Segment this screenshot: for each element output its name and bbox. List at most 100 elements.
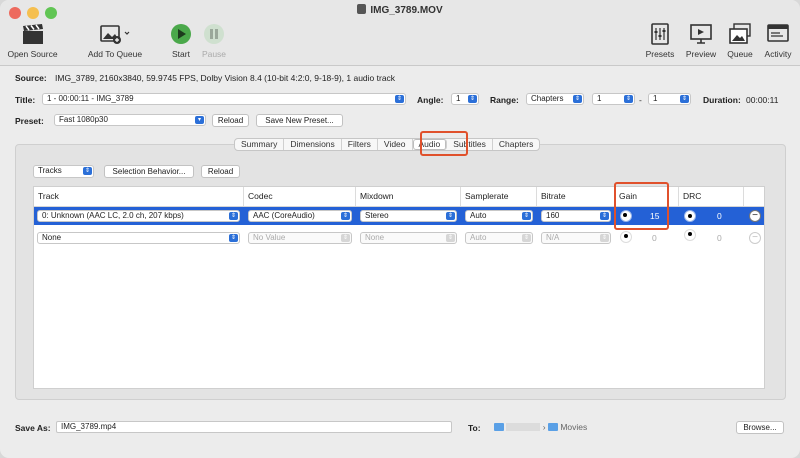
audio-tab-highlight bbox=[420, 131, 468, 156]
audio-reload-button[interactable]: Reload bbox=[201, 165, 240, 178]
chevron-updown-icon: ⇕ bbox=[229, 212, 238, 220]
track-value: None bbox=[42, 233, 62, 242]
samplerate-value: Auto bbox=[470, 211, 487, 220]
mixdown-value: None bbox=[365, 233, 385, 242]
document-icon bbox=[357, 4, 367, 14]
column-header-remove bbox=[744, 187, 764, 206]
samplerate-value: Auto bbox=[470, 233, 487, 242]
play-icon bbox=[167, 22, 195, 46]
samplerate-select[interactable]: Auto ⇕ bbox=[465, 210, 533, 222]
track-select[interactable]: 0: Unknown (AAC LC, 2.0 ch, 207 kbps) ⇕ bbox=[37, 210, 240, 222]
destination-path[interactable]: › Movies bbox=[494, 422, 587, 432]
mixdown-select[interactable]: Stereo ⇕ bbox=[360, 210, 457, 222]
column-header-bitrate: Bitrate bbox=[537, 187, 615, 206]
range-end-value: 1 bbox=[653, 94, 658, 103]
codec-select[interactable]: AAC (CoreAudio) ⇕ bbox=[248, 210, 352, 222]
angle-label: Angle: bbox=[417, 95, 444, 105]
tab-summary[interactable]: Summary bbox=[235, 139, 285, 150]
drc-knob[interactable] bbox=[684, 229, 696, 241]
save-as-label: Save As: bbox=[15, 423, 51, 433]
destination-folder: Movies bbox=[560, 422, 588, 432]
selection-behavior-button[interactable]: Selection Behavior... bbox=[104, 165, 194, 178]
presets-icon bbox=[642, 22, 678, 46]
tracks-select-value: Tracks bbox=[38, 166, 62, 175]
tab-video[interactable]: Video bbox=[378, 139, 413, 150]
save-as-field[interactable]: IMG_3789.mp4 bbox=[56, 421, 452, 433]
preview-label: Preview bbox=[685, 49, 717, 59]
column-header-mixdown: Mixdown bbox=[356, 187, 461, 206]
tracks-select[interactable]: Tracks ⇕ bbox=[33, 165, 94, 178]
start-label: Start bbox=[172, 49, 190, 59]
queue-button[interactable]: Queue bbox=[723, 22, 757, 59]
column-header-drc: DRC bbox=[679, 187, 744, 206]
start-button[interactable]: Start bbox=[167, 22, 195, 59]
save-new-preset-button[interactable]: Save New Preset... bbox=[256, 114, 343, 127]
add-to-queue-label: Add To Queue bbox=[87, 49, 143, 59]
tab-dimensions[interactable]: Dimensions bbox=[284, 139, 342, 150]
add-photo-icon bbox=[84, 22, 146, 46]
title-select[interactable]: 1 - 00:00:11 - IMG_3789 ⇕ bbox=[42, 93, 406, 105]
open-source-label: Open Source bbox=[7, 49, 58, 59]
range-separator: - bbox=[639, 95, 642, 105]
tab-filters[interactable]: Filters bbox=[342, 139, 378, 150]
range-start-select[interactable]: 1 ⇕ bbox=[592, 93, 635, 105]
settings-tabs: Summary Dimensions Filters Video Audio S… bbox=[234, 138, 541, 151]
gain-knob[interactable] bbox=[620, 231, 632, 243]
chevron-updown-icon: ⇕ bbox=[522, 234, 531, 242]
bitrate-select[interactable]: N/A ⇕ bbox=[541, 232, 611, 244]
open-source-button[interactable]: Open Source bbox=[5, 22, 60, 59]
drc-knob[interactable] bbox=[684, 210, 696, 222]
range-label: Range: bbox=[490, 95, 519, 105]
title-select-value: 1 - 00:00:11 - IMG_3789 bbox=[47, 94, 134, 103]
column-header-track: Track bbox=[34, 187, 244, 206]
preview-button[interactable]: Preview bbox=[683, 22, 719, 59]
range-end-select[interactable]: 1 ⇕ bbox=[648, 93, 691, 105]
track-select[interactable]: None ⇕ bbox=[37, 232, 240, 244]
preset-reload-button[interactable]: Reload bbox=[212, 114, 249, 127]
chevron-updown-icon: ⇕ bbox=[573, 95, 582, 103]
codec-select[interactable]: No Value ⇕ bbox=[248, 232, 352, 244]
remove-track-icon[interactable]: − bbox=[749, 210, 761, 222]
window-title: IMG_3789.MOV bbox=[0, 4, 800, 16]
mixdown-value: Stereo bbox=[365, 211, 389, 220]
mixdown-select[interactable]: None ⇕ bbox=[360, 232, 457, 244]
app-window: IMG_3789.MOV Open Source Add To Queue St… bbox=[0, 0, 800, 458]
codec-value: AAC (CoreAudio) bbox=[253, 211, 315, 220]
duration-value: 00:00:11 bbox=[746, 95, 779, 105]
range-type-select[interactable]: Chapters ⇕ bbox=[526, 93, 584, 105]
add-to-queue-button[interactable]: Add To Queue bbox=[84, 22, 146, 59]
browse-button[interactable]: Browse... bbox=[736, 421, 784, 434]
duration-label: Duration: bbox=[703, 95, 741, 105]
range-start-value: 1 bbox=[597, 94, 602, 103]
presets-label: Presets bbox=[645, 49, 675, 59]
preset-select-value: Fast 1080p30 bbox=[59, 115, 108, 124]
pause-button[interactable]: Pause bbox=[199, 22, 229, 59]
queue-label: Queue bbox=[727, 49, 753, 59]
activity-log-icon bbox=[761, 22, 795, 46]
samplerate-select[interactable]: Auto ⇕ bbox=[465, 232, 533, 244]
knob-indicator-icon bbox=[688, 214, 692, 218]
angle-select-value: 1 bbox=[456, 94, 461, 103]
chevron-updown-icon: ⇕ bbox=[624, 95, 633, 103]
chevron-updown-icon: ⇕ bbox=[680, 95, 689, 103]
chevron-updown-icon: ⇕ bbox=[395, 95, 404, 103]
title-label: Title: bbox=[15, 95, 36, 105]
tab-chapters[interactable]: Chapters bbox=[493, 139, 540, 150]
preset-select[interactable]: Fast 1080p30 ▾ bbox=[54, 114, 206, 126]
chevron-updown-icon: ⇕ bbox=[229, 234, 238, 242]
angle-select[interactable]: 1 ⇕ bbox=[451, 93, 479, 105]
pause-label: Pause bbox=[201, 49, 227, 59]
codec-value: No Value bbox=[253, 233, 286, 242]
drc-value: 0 bbox=[717, 233, 722, 243]
chevron-updown-icon: ⇕ bbox=[83, 167, 92, 175]
monitor-icon bbox=[683, 22, 719, 46]
presets-button[interactable]: Presets bbox=[642, 22, 678, 59]
chevron-updown-icon: ⇕ bbox=[341, 212, 350, 220]
activity-label: Activity bbox=[764, 49, 792, 59]
chevron-updown-icon: ⇕ bbox=[600, 234, 609, 242]
remove-track-icon[interactable]: − bbox=[749, 232, 761, 244]
chevron-updown-icon: ⇕ bbox=[341, 234, 350, 242]
activity-button[interactable]: Activity bbox=[761, 22, 795, 59]
chevron-updown-icon: ⇕ bbox=[468, 95, 477, 103]
bitrate-select[interactable]: 160 ⇕ bbox=[541, 210, 611, 222]
